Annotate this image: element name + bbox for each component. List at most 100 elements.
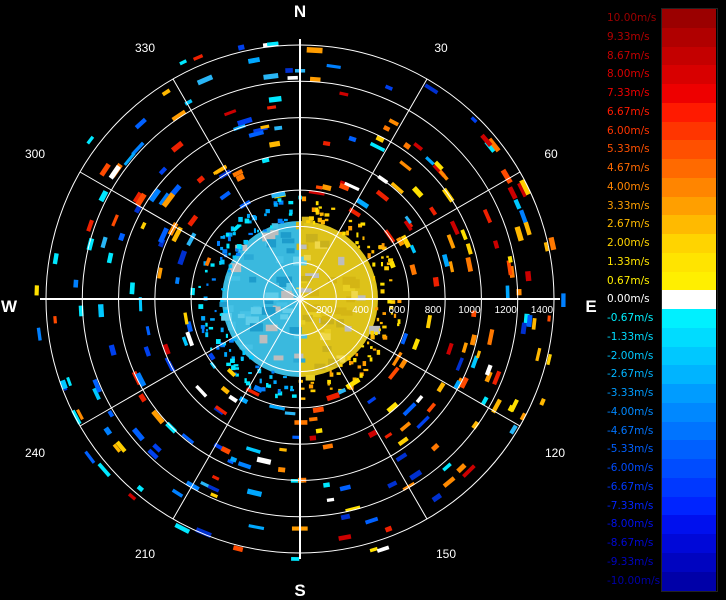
- echo-gate: [430, 443, 440, 452]
- colorbar-label: -4.00m/s: [607, 405, 654, 418]
- fringe-gate: [310, 381, 315, 384]
- core-gate: [286, 248, 295, 254]
- echo-gate: [326, 392, 340, 402]
- core-gate: [351, 291, 358, 299]
- fringe-gate: [244, 218, 250, 224]
- echo-gate: [171, 109, 187, 122]
- fringe-gate: [198, 285, 201, 289]
- echo-gate: [409, 469, 423, 481]
- echo-gate: [384, 84, 394, 91]
- core-gate: [281, 290, 292, 299]
- colorbar-swatch: [662, 384, 716, 404]
- colorbar-swatch: [662, 440, 716, 460]
- fringe-gate: [228, 348, 232, 352]
- fringe-gate: [233, 364, 239, 367]
- echo-gate: [143, 346, 152, 357]
- echo-gate: [432, 276, 440, 287]
- echo-gate: [195, 384, 208, 398]
- fringe-gate: [367, 253, 371, 259]
- fringe-gate: [282, 376, 287, 379]
- fringe-gate: [391, 300, 395, 304]
- echo-gate: [266, 105, 277, 110]
- fringe-gate: [324, 213, 330, 217]
- fringe-gate: [242, 350, 246, 356]
- echo-gate: [395, 452, 408, 463]
- echo-gate: [402, 402, 417, 417]
- core-gate: [282, 238, 295, 244]
- echo-gate: [177, 250, 188, 266]
- fringe-gate: [363, 368, 369, 372]
- core-gate: [340, 310, 353, 316]
- echo-gate: [326, 63, 341, 69]
- echo-gate: [277, 466, 286, 473]
- colorbar-label: 4.67m/s: [607, 162, 650, 174]
- echo-gate: [161, 88, 171, 97]
- echo-gate: [461, 342, 468, 354]
- fringe-gate: [220, 246, 224, 251]
- fringe-gate: [329, 387, 333, 390]
- echo-gate: [97, 462, 111, 478]
- colorbar-swatch: [662, 46, 716, 66]
- fringe-gate: [273, 380, 277, 384]
- radial-velocity-polar-plot: 200 400 600 800 1000 1200 1400 30 60 120 150 210 24…: [1, 2, 597, 600]
- fringe-gate: [222, 235, 226, 239]
- fringe-gate: [234, 367, 240, 370]
- range-tick-label: 1000: [458, 305, 481, 316]
- echo-gate: [411, 186, 424, 199]
- fringe-gate: [342, 231, 346, 236]
- fringe-gate: [348, 225, 353, 231]
- echo-gate: [449, 220, 460, 236]
- colorbar-label: 10.00m/s: [607, 12, 657, 24]
- fringe-gate: [317, 217, 322, 223]
- echo-gate: [237, 44, 245, 51]
- fringe-gate: [220, 327, 224, 333]
- fringe-gate: [367, 245, 371, 249]
- echo-gate: [436, 382, 446, 393]
- core-gate: [324, 329, 331, 334]
- echo-gate: [323, 482, 331, 488]
- colorbar-swatch: [662, 121, 716, 141]
- echo-gate: [196, 175, 206, 184]
- core-gate: [276, 302, 288, 307]
- core-gate: [244, 254, 254, 260]
- fringe-gate: [359, 373, 363, 378]
- echo-gate: [513, 198, 522, 210]
- azimuth-label-120: 120: [545, 446, 565, 460]
- core-gate: [342, 276, 356, 285]
- colorbar-label: -3.33m/s: [607, 387, 654, 399]
- fringe-gate: [253, 228, 257, 233]
- echo-gate: [158, 166, 168, 176]
- colorbar-swatch: [662, 234, 716, 254]
- colorbar-label: 6.67m/s: [607, 105, 650, 118]
- cardinal-south: S: [294, 581, 305, 600]
- fringe-gate: [266, 382, 269, 388]
- azimuth-label-30: 30: [434, 41, 448, 55]
- fringe-gate: [374, 307, 379, 311]
- fringe-gate: [232, 255, 237, 259]
- echo-gate: [228, 394, 238, 404]
- core-gate: [259, 334, 268, 344]
- colorbar-label: 6.00m/s: [607, 124, 650, 137]
- echo-gate: [84, 450, 96, 464]
- echo-gate: [136, 484, 145, 493]
- fringe-gate: [374, 331, 378, 336]
- fringe-gate: [270, 225, 273, 229]
- fringe-gate: [371, 250, 375, 254]
- fringe-gate: [389, 279, 393, 282]
- fringe-gate: [248, 372, 252, 375]
- fringe-gate: [324, 218, 329, 222]
- echo-gate: [388, 366, 400, 380]
- colorbar-label: 8.67m/s: [607, 49, 650, 62]
- echo-gate: [106, 252, 114, 264]
- fringe-gate: [201, 316, 206, 321]
- core-gate: [280, 314, 289, 320]
- fringe-gate: [397, 319, 401, 324]
- fringe-gate: [210, 263, 215, 267]
- fringe-gate: [232, 338, 237, 341]
- echo-gate: [369, 141, 386, 153]
- echo-gate: [465, 257, 474, 272]
- fringe-gate: [273, 202, 278, 207]
- colorbar-swatch: [662, 177, 716, 197]
- fringe-gate: [357, 365, 362, 369]
- echo-gate: [52, 253, 59, 265]
